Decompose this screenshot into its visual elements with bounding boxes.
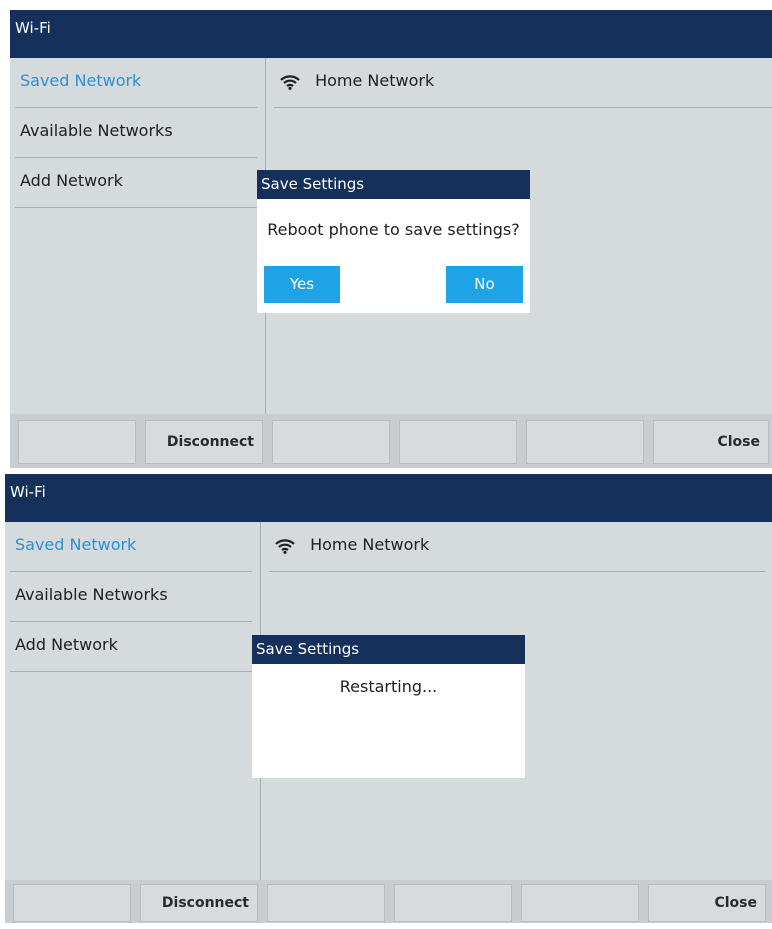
network-name: Home Network bbox=[310, 535, 430, 554]
network-row-home[interactable]: Home Network bbox=[269, 522, 765, 572]
wifi-screen-reboot-prompt: Wi-Fi Saved Network Available Networks A… bbox=[10, 10, 772, 468]
sidebar-item-available-networks[interactable]: Available Networks bbox=[15, 108, 257, 158]
softkey-3[interactable] bbox=[272, 420, 390, 464]
softkey-5[interactable] bbox=[526, 420, 644, 464]
no-button[interactable]: No bbox=[446, 266, 523, 303]
save-settings-dialog: Save Settings Reboot phone to save setti… bbox=[257, 170, 530, 313]
sidebar-item-label: Saved Network bbox=[20, 71, 142, 90]
wifi-icon bbox=[275, 538, 295, 554]
softkey-bar: Disconnect Close bbox=[10, 414, 772, 468]
sidebar-item-saved-network[interactable]: Saved Network bbox=[15, 58, 257, 108]
sidebar-item-label: Saved Network bbox=[15, 535, 137, 554]
sidebar-item-add-network[interactable]: Add Network bbox=[10, 622, 252, 672]
disconnect-button[interactable]: Disconnect bbox=[145, 420, 263, 464]
softkey-3[interactable] bbox=[267, 884, 385, 922]
screen-title: Wi-Fi bbox=[15, 19, 51, 37]
sidebar-item-add-network[interactable]: Add Network bbox=[15, 158, 257, 208]
sidebar-item-label: Add Network bbox=[20, 171, 123, 190]
yes-button[interactable]: Yes bbox=[264, 266, 340, 303]
title-bar: Wi-Fi bbox=[5, 474, 772, 522]
dialog-title: Save Settings bbox=[257, 170, 530, 199]
close-button[interactable]: Close bbox=[648, 884, 766, 922]
sidebar-item-saved-network[interactable]: Saved Network bbox=[10, 522, 252, 572]
sidebar-item-available-networks[interactable]: Available Networks bbox=[10, 572, 252, 622]
wifi-icon bbox=[280, 74, 300, 90]
softkey-4[interactable] bbox=[399, 420, 517, 464]
sidebar-item-label: Add Network bbox=[15, 635, 118, 654]
softkey-bar: Disconnect Close bbox=[5, 880, 772, 923]
screen-title: Wi-Fi bbox=[10, 483, 46, 501]
close-button[interactable]: Close bbox=[653, 420, 769, 464]
disconnect-button[interactable]: Disconnect bbox=[140, 884, 258, 922]
title-bar: Wi-Fi bbox=[10, 10, 772, 58]
softkey-1[interactable] bbox=[13, 884, 131, 922]
network-row-home[interactable]: Home Network bbox=[274, 58, 772, 108]
wifi-screen-restarting: Wi-Fi Saved Network Available Networks A… bbox=[5, 474, 772, 923]
network-name: Home Network bbox=[315, 71, 435, 90]
dialog-message: Restarting... bbox=[339, 677, 438, 696]
dialog-message: Reboot phone to save settings? bbox=[267, 220, 520, 239]
softkey-4[interactable] bbox=[394, 884, 512, 922]
softkey-5[interactable] bbox=[521, 884, 639, 922]
sidebar-item-label: Available Networks bbox=[20, 121, 173, 140]
dialog-title: Save Settings bbox=[252, 635, 525, 664]
sidebar-item-label: Available Networks bbox=[15, 585, 168, 604]
softkey-1[interactable] bbox=[18, 420, 136, 464]
save-settings-dialog: Save Settings Restarting... bbox=[252, 635, 525, 778]
